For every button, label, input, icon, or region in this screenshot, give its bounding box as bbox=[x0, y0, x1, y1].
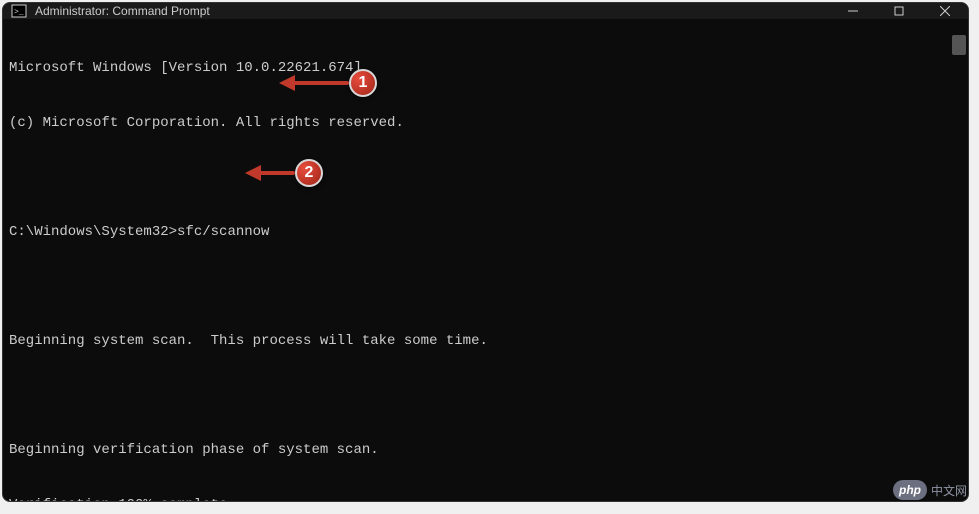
output-line: Beginning verification phase of system s… bbox=[9, 441, 962, 459]
svg-text:>_: >_ bbox=[14, 8, 24, 17]
prompt-path: C:\Windows\System32> bbox=[9, 223, 177, 241]
scrollbar-thumb[interactable] bbox=[952, 35, 966, 55]
output-line: Verification 100% complete. bbox=[9, 496, 962, 502]
minimize-button[interactable] bbox=[830, 3, 876, 19]
output-line: Microsoft Windows [Version 10.0.22621.67… bbox=[9, 59, 962, 77]
command-text: sfc/scannow bbox=[177, 223, 269, 241]
output-line: Beginning system scan. This process will… bbox=[9, 332, 962, 350]
blank-line bbox=[9, 278, 962, 296]
blank-line bbox=[9, 169, 962, 187]
watermark: php 中文网 bbox=[893, 480, 967, 500]
window-title: Administrator: Command Prompt bbox=[35, 4, 830, 18]
terminal-content[interactable]: Microsoft Windows [Version 10.0.22621.67… bbox=[3, 19, 968, 502]
output-line: (c) Microsoft Corporation. All rights re… bbox=[9, 114, 962, 132]
watermark-logo: php bbox=[893, 480, 927, 500]
blank-line bbox=[9, 387, 962, 405]
titlebar[interactable]: >_ Administrator: Command Prompt bbox=[3, 3, 968, 19]
close-button[interactable] bbox=[922, 3, 968, 19]
cmd-icon: >_ bbox=[11, 3, 27, 19]
window-controls bbox=[830, 3, 968, 19]
command-prompt-window: >_ Administrator: Command Prompt Microso… bbox=[2, 2, 969, 502]
prompt-line: C:\Windows\System32>sfc/scannow bbox=[9, 223, 962, 241]
maximize-button[interactable] bbox=[876, 3, 922, 19]
watermark-text: 中文网 bbox=[931, 482, 967, 499]
